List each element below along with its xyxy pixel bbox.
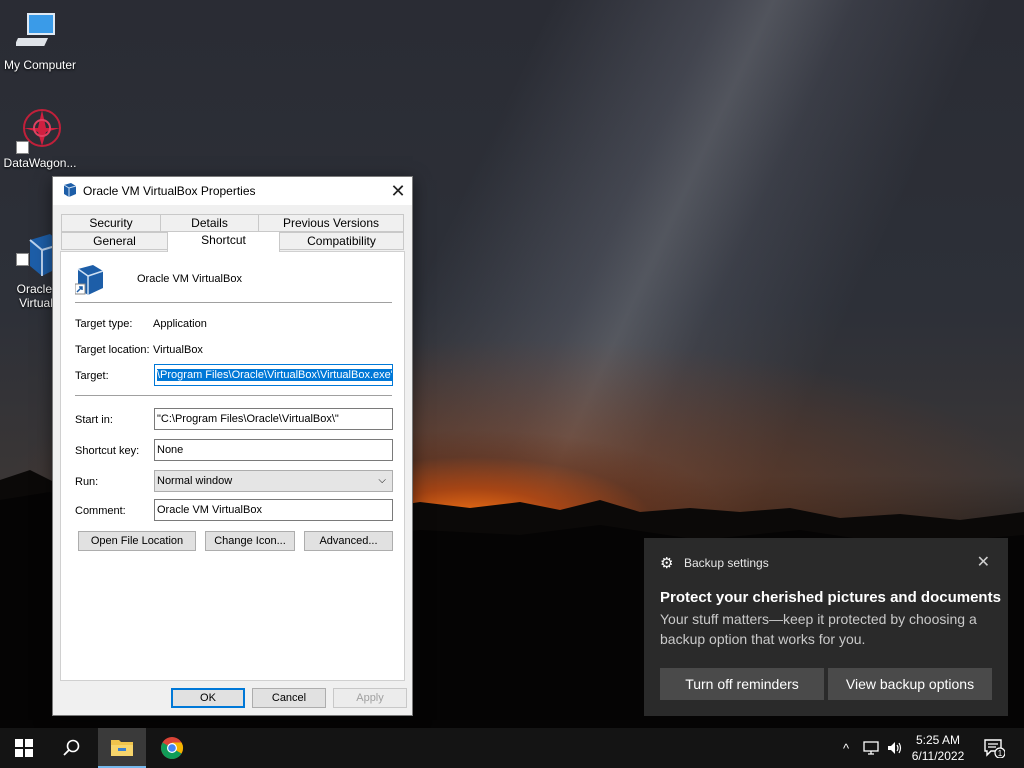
target-location-value: VirtualBox bbox=[153, 344, 203, 356]
taskbar: ^ 5:25 AM 6/11/2022 1 bbox=[0, 728, 1024, 768]
datawagon-icon bbox=[16, 106, 64, 154]
close-button[interactable]: ✕ bbox=[384, 177, 412, 205]
toast-title: Protect your cherished pictures and docu… bbox=[660, 589, 1001, 606]
taskbar-clock[interactable]: 5:25 AM 6/11/2022 bbox=[904, 732, 972, 764]
comment-field[interactable]: Oracle VM VirtualBox bbox=[154, 499, 393, 521]
shortcut-app-name: Oracle VM VirtualBox bbox=[137, 273, 242, 285]
chevron-down-icon: ⌵ bbox=[378, 475, 386, 486]
tab-details[interactable]: Details bbox=[160, 214, 259, 232]
target-location-label: Target location: bbox=[75, 344, 150, 356]
shortcut-key-field[interactable]: None bbox=[154, 439, 393, 461]
apply-button[interactable]: Apply bbox=[333, 688, 407, 708]
start-button[interactable] bbox=[0, 728, 48, 768]
target-type-label: Target type: bbox=[75, 318, 133, 330]
separator bbox=[75, 302, 392, 303]
start-in-field[interactable]: "C:\Program Files\Oracle\VirtualBox\" bbox=[154, 408, 393, 430]
backup-toast: ⚙ Backup settings ✕ Protect your cherish… bbox=[644, 538, 1008, 716]
advanced-button[interactable]: Advanced... bbox=[304, 531, 393, 551]
ok-button[interactable]: OK bbox=[171, 688, 245, 708]
toast-body: Your stuff matters—keep it protected by … bbox=[660, 611, 977, 647]
tab-general[interactable]: General bbox=[61, 232, 168, 250]
properties-dialog: Oracle VM VirtualBox Properties ✕ Securi… bbox=[52, 176, 413, 716]
toast-app-name: Backup settings bbox=[684, 556, 769, 570]
chevron-up-icon[interactable]: ^ bbox=[836, 728, 856, 768]
open-file-location-button[interactable]: Open File Location bbox=[78, 531, 196, 551]
file-explorer-button[interactable] bbox=[98, 728, 146, 768]
shortcut-arrow-icon bbox=[16, 253, 29, 266]
comment-label: Comment: bbox=[75, 505, 126, 517]
target-field[interactable]: \Program Files\Oracle\VirtualBox\Virtual… bbox=[154, 364, 393, 386]
gear-icon: ⚙ bbox=[660, 555, 674, 572]
dialog-title: Oracle VM VirtualBox Properties bbox=[83, 184, 256, 198]
network-icon[interactable] bbox=[860, 728, 882, 768]
search-icon bbox=[63, 739, 80, 756]
shortcut-panel: Oracle VM VirtualBox Target type: Applic… bbox=[60, 251, 405, 681]
dialog-titlebar[interactable]: Oracle VM VirtualBox Properties ✕ bbox=[53, 177, 412, 205]
chrome-icon bbox=[161, 737, 183, 759]
search-button[interactable] bbox=[48, 728, 96, 768]
clock-date: 6/11/2022 bbox=[911, 749, 965, 763]
tab-strip: Security Details Previous Versions Gener… bbox=[61, 214, 404, 252]
virtualbox-large-icon bbox=[74, 264, 105, 299]
windows-logo-icon bbox=[15, 739, 33, 757]
desktop-icon-datawagon[interactable]: DataWagon... bbox=[0, 106, 80, 170]
tab-security[interactable]: Security bbox=[61, 214, 161, 232]
clock-time: 5:25 AM bbox=[915, 733, 961, 747]
tab-shortcut[interactable]: Shortcut bbox=[167, 231, 280, 252]
chrome-button[interactable] bbox=[148, 728, 196, 768]
shortcut-arrow-icon bbox=[16, 141, 29, 154]
target-type-value: Application bbox=[153, 318, 207, 330]
target-label: Target: bbox=[75, 370, 109, 382]
start-in-label: Start in: bbox=[75, 414, 113, 426]
cancel-button[interactable]: Cancel bbox=[252, 688, 326, 708]
desktop-icon-my-computer[interactable]: My Computer bbox=[0, 8, 80, 72]
virtualbox-small-icon bbox=[61, 182, 77, 201]
notification-icon: 1 bbox=[984, 739, 1005, 758]
volume-icon[interactable] bbox=[884, 728, 906, 768]
shortcut-key-label: Shortcut key: bbox=[75, 445, 140, 457]
run-label: Run: bbox=[75, 476, 99, 488]
run-value: Normal window bbox=[157, 475, 233, 487]
computer-icon bbox=[14, 8, 64, 56]
change-icon-button[interactable]: Change Icon... bbox=[205, 531, 295, 551]
view-backup-options-button[interactable]: View backup options bbox=[828, 668, 992, 700]
run-select[interactable]: Normal window ⌵ bbox=[154, 470, 393, 492]
folder-icon bbox=[111, 740, 133, 756]
target-value: \Program Files\Oracle\VirtualBox\Virtual… bbox=[157, 369, 393, 381]
notification-count: 1 bbox=[998, 749, 1003, 758]
tab-compatibility[interactable]: Compatibility bbox=[279, 232, 404, 250]
tab-previous-versions[interactable]: Previous Versions bbox=[258, 214, 404, 232]
toast-close-button[interactable]: ✕ bbox=[977, 552, 990, 572]
desktop-icon-label: DataWagon... bbox=[3, 156, 77, 170]
separator bbox=[75, 395, 392, 396]
turn-off-reminders-button[interactable]: Turn off reminders bbox=[660, 668, 824, 700]
desktop-icon-label: My Computer bbox=[3, 58, 77, 72]
action-center-button[interactable]: 1 bbox=[978, 728, 1010, 768]
